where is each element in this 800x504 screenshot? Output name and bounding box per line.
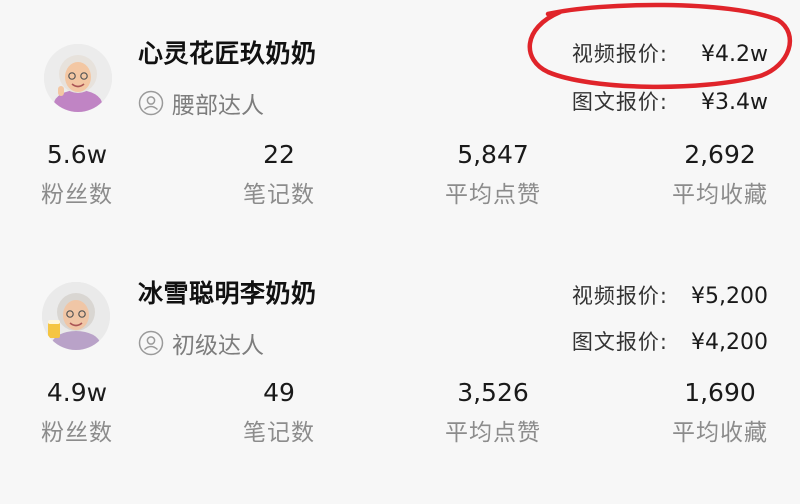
stat-value: 3,526 bbox=[457, 378, 529, 407]
video-price-row: 视频报价: ¥5,200 bbox=[572, 280, 768, 310]
creator-avatar[interactable] bbox=[44, 44, 112, 112]
video-price-label: 视频报价: bbox=[571, 284, 668, 308]
stat-label: 笔记数 bbox=[243, 182, 315, 208]
stat-value: 4.9w bbox=[46, 378, 108, 407]
creator-level: 初级达人 bbox=[138, 326, 264, 360]
creator-avatar[interactable] bbox=[42, 282, 110, 350]
stat-value: 2,692 bbox=[684, 140, 756, 169]
image-price-row: 图文报价: ¥3.4w bbox=[572, 86, 768, 116]
stat-avg-likes: 3,526 平均点赞 bbox=[418, 376, 568, 450]
video-price-label: 视频报价: bbox=[571, 42, 668, 66]
stat-avg-likes: 5,847 平均点赞 bbox=[418, 138, 568, 212]
user-circle-icon bbox=[138, 330, 164, 356]
stat-followers: 4.9w 粉丝数 bbox=[2, 376, 152, 450]
video-price-value: ¥4.2w bbox=[701, 42, 768, 67]
stat-label: 平均收藏 bbox=[672, 420, 768, 446]
elderly-woman-avatar-icon bbox=[42, 282, 110, 350]
image-price-label: 图文报价: bbox=[571, 330, 668, 354]
stat-followers: 5.6w 粉丝数 bbox=[2, 138, 152, 212]
video-price-row: 视频报价: ¥4.2w bbox=[572, 38, 768, 68]
stat-avg-collects: 1,690 平均收藏 bbox=[645, 376, 795, 450]
stat-value: 1,690 bbox=[684, 378, 756, 407]
stat-label: 粉丝数 bbox=[41, 182, 113, 208]
image-price-value: ¥4,200 bbox=[691, 330, 768, 355]
image-price-label: 图文报价: bbox=[571, 90, 668, 114]
stat-notes: 49 笔记数 bbox=[204, 376, 354, 450]
stat-label: 平均点赞 bbox=[445, 420, 541, 446]
creator-card[interactable]: 心灵花匠玖奶奶 腰部达人 视频报价: ¥4.2w 图文报价: ¥3.4w 5.6… bbox=[0, 0, 800, 240]
creator-name[interactable]: 冰雪聪明李奶奶 bbox=[138, 274, 317, 310]
stat-avg-collects: 2,692 平均收藏 bbox=[645, 138, 795, 212]
image-price-value: ¥3.4w bbox=[701, 90, 768, 115]
stat-value: 49 bbox=[263, 378, 295, 407]
creator-level: 腰部达人 bbox=[138, 86, 264, 120]
image-price-row: 图文报价: ¥4,200 bbox=[572, 326, 768, 356]
creator-level-label: 初级达人 bbox=[172, 333, 264, 359]
stat-label: 平均收藏 bbox=[672, 182, 768, 208]
stat-value: 5.6w bbox=[46, 140, 108, 169]
creator-name[interactable]: 心灵花匠玖奶奶 bbox=[138, 34, 317, 70]
stat-notes: 22 笔记数 bbox=[204, 138, 354, 212]
stat-value: 5,847 bbox=[457, 140, 529, 169]
creator-card[interactable]: 冰雪聪明李奶奶 初级达人 视频报价: ¥5,200 图文报价: ¥4,200 4… bbox=[0, 250, 800, 504]
user-circle-icon bbox=[138, 90, 164, 116]
creator-level-label: 腰部达人 bbox=[172, 93, 264, 119]
elderly-woman-avatar-icon bbox=[44, 44, 112, 112]
stat-label: 笔记数 bbox=[243, 420, 315, 446]
stat-label: 平均点赞 bbox=[445, 182, 541, 208]
video-price-value: ¥5,200 bbox=[691, 284, 768, 309]
stat-value: 22 bbox=[263, 140, 295, 169]
stat-label: 粉丝数 bbox=[41, 420, 113, 446]
